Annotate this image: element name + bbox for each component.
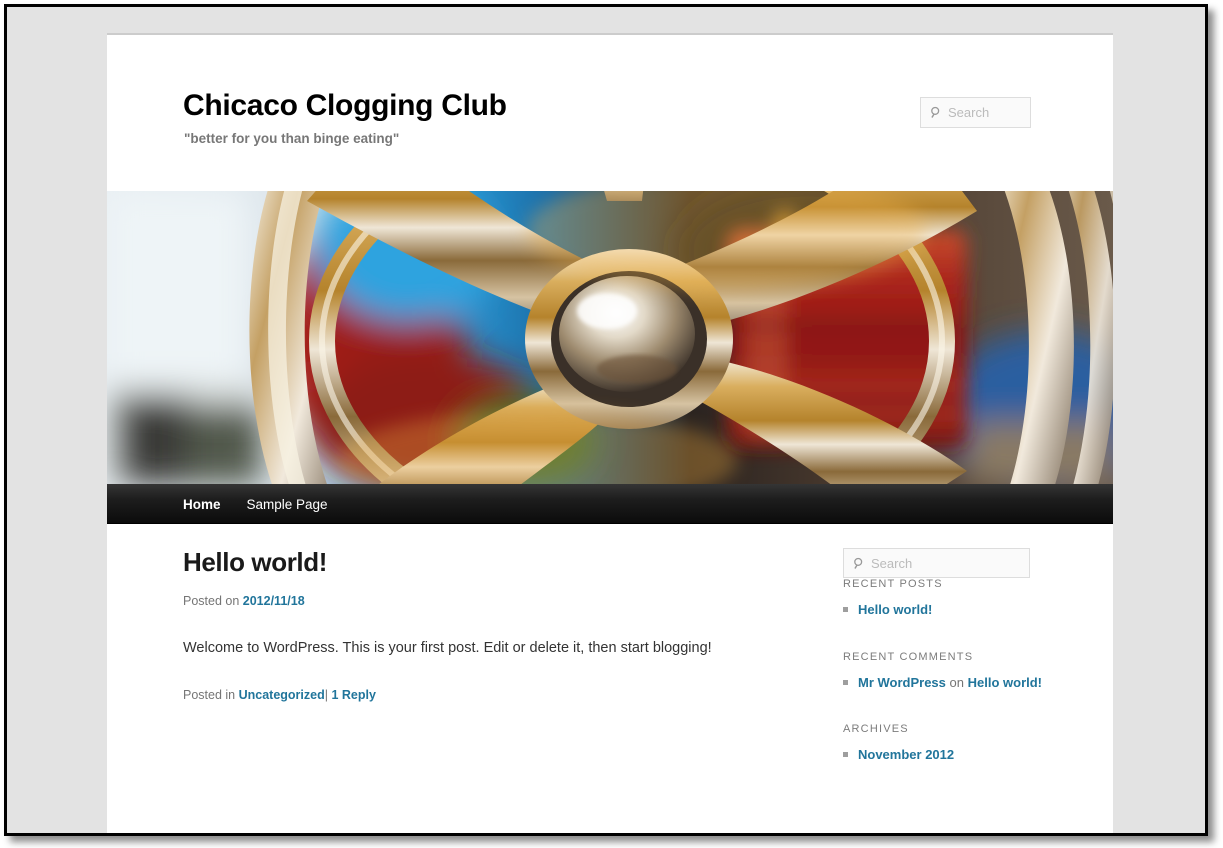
archives-list: November 2012	[843, 745, 1043, 765]
sidebar: Recent Posts Hello world! Recent Comment…	[843, 548, 1043, 771]
list-item: Hello world!	[843, 600, 1043, 620]
search-icon	[854, 557, 863, 569]
posted-on-label: Posted on	[183, 593, 240, 608]
list-item: November 2012	[843, 745, 1043, 765]
archive-link[interactable]: November 2012	[858, 747, 954, 762]
header-search-form[interactable]	[920, 97, 1031, 128]
widget-recent-posts: Recent Posts Hello world!	[843, 578, 1043, 620]
widget-title-recent-comments: Recent Comments	[843, 650, 974, 663]
site-title[interactable]: Chicaco Clogging Club	[183, 89, 507, 122]
site-container: Chicaco Clogging Club "better for you th…	[107, 33, 1113, 833]
post-content: Welcome to WordPress. This is your first…	[183, 639, 712, 656]
browser-window-frame: Chicaco Clogging Club "better for you th…	[4, 4, 1208, 836]
comment-post-link[interactable]: Hello world!	[968, 675, 1042, 690]
nav-list: Home Sample Page	[107, 484, 1113, 524]
header-image	[107, 191, 1113, 484]
replies-link[interactable]: 1 Reply	[331, 688, 375, 702]
post-footer-meta: Posted in Uncategorized| 1 Reply	[183, 688, 813, 702]
post-title[interactable]: Hello world!	[183, 547, 813, 578]
page-canvas: Chicaco Clogging Club "better for you th…	[7, 7, 1205, 833]
category-link[interactable]: Uncategorized	[239, 688, 325, 702]
screenshot-frame: Chicaco Clogging Club "better for you th…	[0, 0, 1223, 848]
site-tagline: "better for you than binge eating"	[184, 131, 400, 146]
widget-archives: Archives November 2012	[843, 723, 1043, 765]
site-header: Chicaco Clogging Club "better for you th…	[107, 35, 1113, 191]
header-search-input[interactable]	[948, 105, 1030, 120]
recent-posts-list: Hello world!	[843, 600, 1043, 620]
comment-on-word: on	[949, 674, 964, 690]
sidebar-search-widget	[843, 548, 1043, 578]
widget-title-recent-posts: Recent Posts	[843, 578, 943, 590]
comment-author-link[interactable]: Mr WordPress	[858, 675, 946, 690]
post-article: Hello world! Posted on 2012/11/18 Welcom…	[183, 547, 813, 702]
widget-title-archives: Archives	[843, 723, 909, 735]
post-date-link[interactable]: 2012/11/18	[243, 594, 305, 608]
list-item: Mr WordPress on Hello world!	[843, 673, 1043, 693]
meta-separator: |	[324, 688, 328, 703]
widget-recent-comments: Recent Comments Mr WordPress on Hello wo…	[843, 651, 1043, 693]
nav-item-home[interactable]: Home	[183, 497, 221, 512]
posted-in-label: Posted in	[183, 688, 236, 703]
recent-post-link[interactable]: Hello world!	[858, 602, 932, 617]
recent-comments-list: Mr WordPress on Hello world!	[843, 673, 1043, 693]
header-image-artwork	[107, 191, 1113, 484]
main-navigation[interactable]: Home Sample Page	[107, 484, 1113, 524]
post-meta: Posted on 2012/11/18	[183, 594, 813, 608]
search-icon	[931, 106, 940, 118]
sidebar-search-form[interactable]	[843, 548, 1030, 578]
main-content-area: Hello world! Posted on 2012/11/18 Welcom…	[107, 524, 1113, 833]
nav-item-sample-page[interactable]: Sample Page	[247, 497, 328, 512]
sidebar-search-input[interactable]	[871, 555, 1029, 571]
